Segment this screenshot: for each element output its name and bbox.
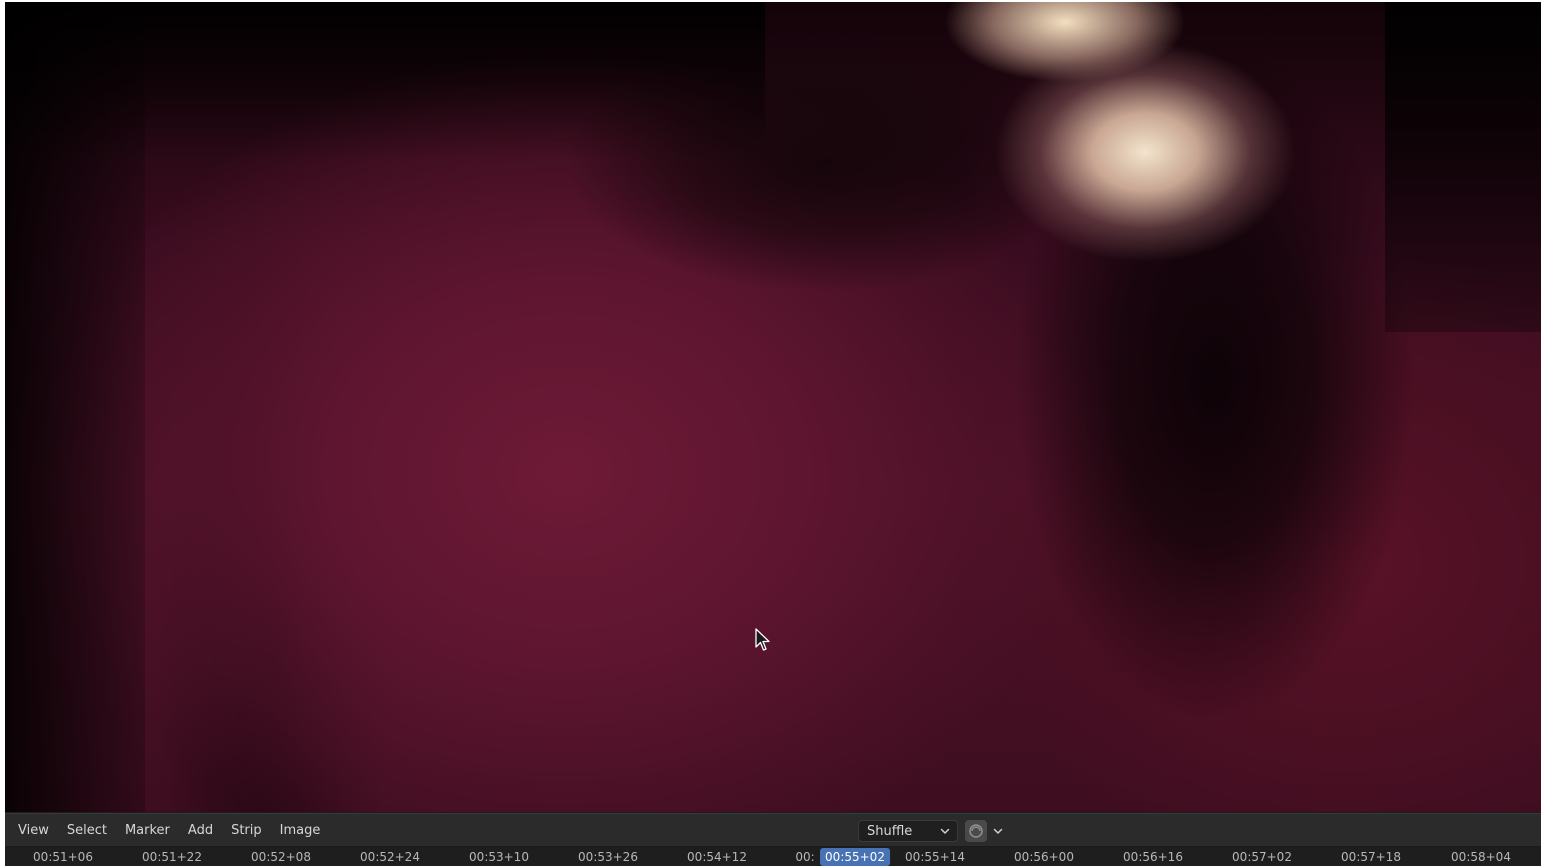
proxy-dropdown-value: Shuffle <box>867 823 913 839</box>
timeline-ruler[interactable]: 00:51+06 00:51+22 00:52+08 00:52+24 00:5… <box>5 847 1541 866</box>
overlay-icon <box>969 824 983 838</box>
overlay-dropdown-button[interactable] <box>990 820 1006 842</box>
timeline-tick: 00:54+12 <box>687 850 747 864</box>
chevron-down-icon <box>940 828 950 834</box>
proxy-dropdown[interactable]: Shuffle <box>858 820 958 842</box>
timeline-tick: 00:56+00 <box>1014 850 1074 864</box>
menu-strip[interactable]: Strip <box>231 823 271 838</box>
timeline-tick: 00:52+24 <box>360 850 420 864</box>
sequencer-preview-window: View Select Marker Add Strip Image Shuff… <box>5 2 1541 866</box>
header-menu: View Select Marker Add Strip Image <box>18 823 329 838</box>
chevron-down-icon <box>993 828 1003 834</box>
timeline-tick: 00:55+14 <box>905 850 965 864</box>
timeline-tick: 00:53+10 <box>469 850 529 864</box>
menu-view[interactable]: View <box>18 823 58 838</box>
mouse-pointer-icon <box>755 628 770 651</box>
editor-header: View Select Marker Add Strip Image Shuff… <box>5 813 1541 846</box>
timeline-tick: 00:53+26 <box>578 850 638 864</box>
timeline-tick: 00:56+16 <box>1123 850 1183 864</box>
timeline-tick: 00:58+04 <box>1451 850 1511 864</box>
timeline-tick: 00:51+06 <box>33 850 93 864</box>
preview-shading <box>5 2 765 162</box>
menu-select[interactable]: Select <box>67 823 116 838</box>
playhead-current-frame[interactable]: 00:55+02 <box>820 848 890 866</box>
menu-marker[interactable]: Marker <box>125 823 179 838</box>
preview-shading <box>1385 2 1541 332</box>
timeline-tick: 00:57+02 <box>1232 850 1292 864</box>
timeline-tick: 00:57+18 <box>1341 850 1401 864</box>
preview-canvas[interactable] <box>5 2 1541 812</box>
overlay-toggle-button[interactable] <box>965 820 987 842</box>
timeline-tick: 00: <box>795 850 815 864</box>
menu-image[interactable]: Image <box>280 823 330 838</box>
timeline-tick: 00:52+08 <box>251 850 311 864</box>
menu-add[interactable]: Add <box>188 823 222 838</box>
timeline-tick: 00:51+22 <box>142 850 202 864</box>
